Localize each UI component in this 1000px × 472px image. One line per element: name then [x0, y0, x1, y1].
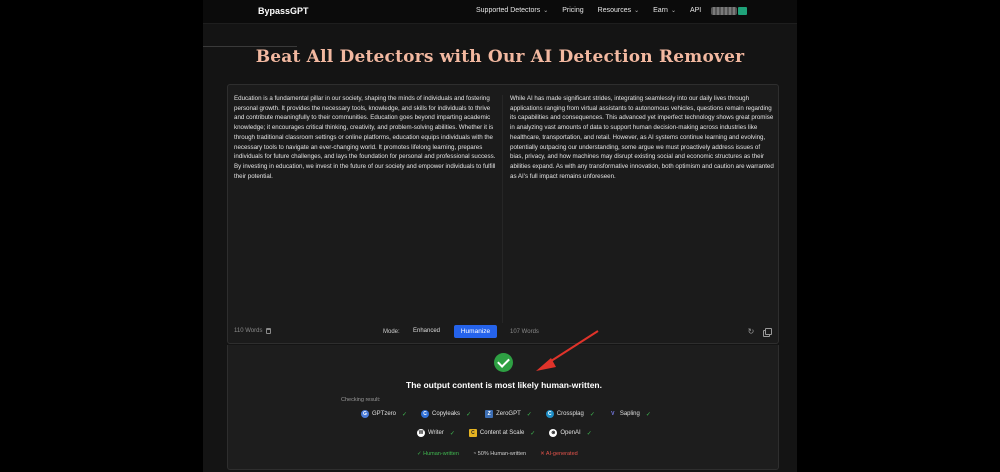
legend-half-label: 50% Human-written	[477, 451, 527, 457]
check-icon: ✓	[586, 430, 592, 437]
result-panel: The output content is most likely human-…	[227, 345, 779, 470]
check-icon: ✓	[402, 411, 408, 418]
result-legend: ✓ Human-written ◔ 50% Human-written ✕ AI…	[417, 451, 578, 457]
verdict-text: The output content is most likely human-…	[406, 380, 602, 390]
nav-link-label: Pricing	[562, 7, 584, 14]
check-icon: ✓	[530, 430, 536, 437]
detector-name: Writer	[428, 430, 444, 436]
avatar[interactable]	[738, 7, 747, 15]
detector-zerogpt: Z ZeroGPT ✓	[485, 410, 532, 418]
check-icon: ✓	[645, 411, 651, 418]
detector-copyleaks: C Copyleaks ✓	[421, 410, 471, 418]
detector-row: G GPTzero ✓ C Copyleaks ✓ Z ZeroGPT ✓ C Crosspl…	[361, 410, 651, 418]
check-icon: ✓	[589, 411, 595, 418]
nav-link-label: Earn	[653, 7, 668, 14]
mode-select[interactable]: Enhanced	[409, 325, 449, 337]
chevron-down-icon: ⌄	[634, 8, 640, 14]
trash-icon[interactable]	[266, 328, 272, 334]
gptzero-icon: G	[361, 410, 369, 418]
writer-icon: W	[417, 429, 425, 437]
nav-link-label: API	[689, 7, 702, 14]
check-circle-icon	[494, 353, 513, 372]
input-textarea[interactable]: Education is a fundamental pillar in our…	[234, 94, 498, 181]
detector-name: OpenAI	[560, 430, 581, 436]
legend-fail: ✕ AI-generated	[540, 451, 578, 457]
detector-content-at-scale: C Content at Scale ✓	[468, 429, 536, 437]
nav-pricing[interactable]: Pricing	[562, 7, 583, 14]
detector-writer: W Writer ✓	[417, 429, 455, 437]
brand-logo[interactable]: BypassGPT	[258, 6, 309, 16]
page: BypassGPT Supported Detectors ⌄ Pricing R…	[203, 0, 797, 472]
nav-link-label: Supported Detectors	[476, 7, 541, 14]
editor-panel: Education is a fundamental pillar in our…	[227, 84, 779, 344]
legend-half: ◔ 50% Human-written	[472, 451, 527, 457]
zerogpt-icon: Z	[485, 410, 494, 418]
chevron-down-icon: ⌄	[670, 8, 676, 14]
nav-api[interactable]: API	[690, 7, 701, 14]
detector-openai: ⊛ OpenAI ✓	[549, 429, 592, 437]
top-nav: BypassGPT Supported Detectors ⌄ Pricing R…	[203, 0, 797, 24]
crossplag-icon: C	[545, 410, 554, 418]
detector-name: Content at Scale	[479, 430, 525, 436]
output-text[interactable]: While AI has made significant strides, i…	[510, 94, 774, 181]
detector-name: GPTzero	[372, 411, 397, 417]
legend-human-label: Human-written	[423, 451, 459, 457]
check-icon: ✓	[466, 411, 472, 418]
nav-supported-detectors[interactable]: Supported Detectors ⌄	[476, 7, 548, 14]
legend-human: ✓ Human-written	[417, 451, 459, 457]
input-footer: 110 Words	[234, 328, 272, 334]
output-word-count: 107 Words	[510, 329, 539, 335]
refresh-icon[interactable]: ↻	[747, 328, 755, 336]
mode-label: Mode:	[383, 329, 400, 335]
legend-fail-label: AI-generated	[545, 451, 578, 457]
detector-name: Sapling	[619, 411, 640, 417]
detector-name: ZeroGPT	[496, 411, 521, 417]
nav-links: Supported Detectors ⌄ Pricing Resources ⌄ …	[476, 7, 701, 14]
openai-icon: ⊛	[549, 429, 558, 437]
check-icon: ✓	[449, 430, 455, 437]
detector-name: Crossplag	[556, 411, 584, 417]
copyleaks-icon: C	[421, 410, 430, 418]
nav-earn[interactable]: Earn ⌄	[653, 7, 676, 14]
chevron-down-icon: ⌄	[543, 8, 549, 14]
sapling-icon: V	[611, 411, 615, 417]
copy-icon[interactable]	[763, 328, 772, 337]
detector-name: Copyleaks	[432, 411, 461, 417]
page-title: Beat All Detectors with Our AI Detection…	[255, 47, 745, 67]
account-email-blurred[interactable]	[711, 7, 737, 15]
pane-divider	[502, 95, 503, 323]
detector-sapling: V Sapling ✓	[609, 410, 651, 418]
nav-link-label: Resources	[597, 7, 632, 14]
input-word-count: 110 Words	[234, 328, 263, 334]
check-icon: ✓	[526, 411, 532, 418]
detector-gptzero: G GPTzero ✓	[361, 410, 407, 418]
nav-resources[interactable]: Resources ⌄	[598, 7, 640, 14]
humanize-button[interactable]: Humanize	[454, 325, 497, 338]
detector-row: W Writer ✓ C Content at Scale ✓ ⊛ OpenAI ✓	[417, 429, 592, 437]
content-at-scale-icon: C	[468, 429, 477, 437]
detector-crossplag: C Crossplag ✓	[545, 410, 595, 418]
checking-result-label: Checking result:	[341, 397, 381, 403]
